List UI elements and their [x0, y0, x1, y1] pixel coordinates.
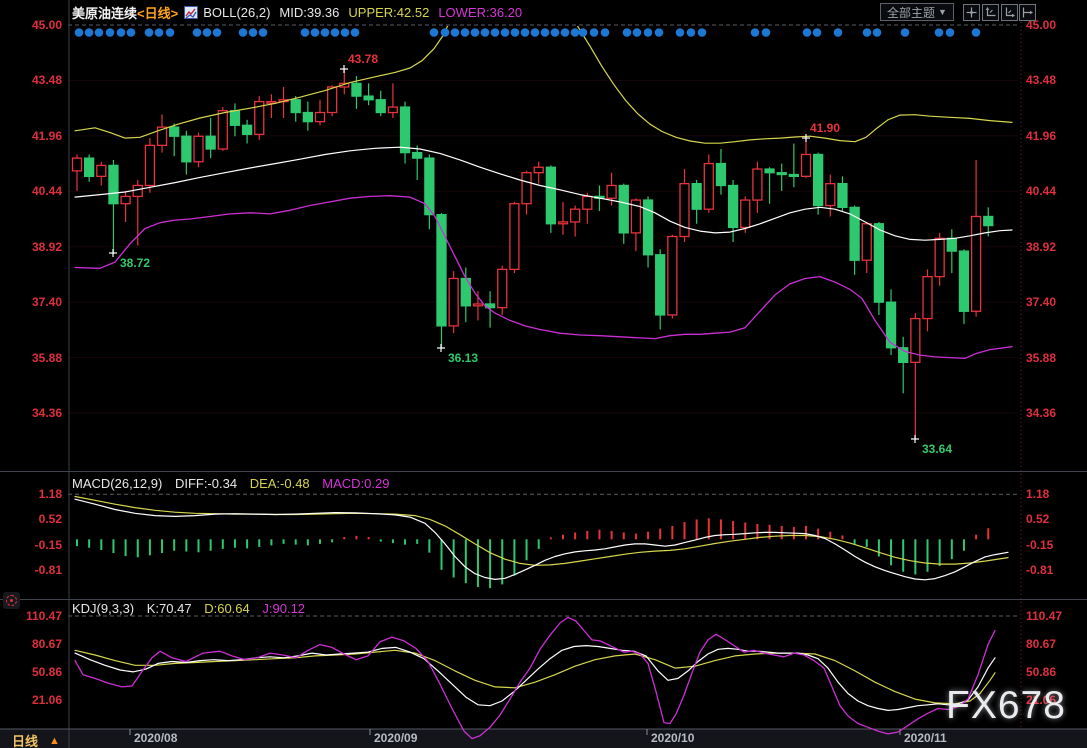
candlestick-chart-icon	[184, 6, 199, 19]
kdj-axis-label: 21.06	[31, 693, 62, 707]
macd-title: MACD(26,12,9)	[72, 476, 163, 491]
price-annotation-high: 43.78	[348, 52, 379, 66]
kdj-j-value: J:90.12	[262, 601, 306, 616]
price-annotation-low: 36.13	[448, 351, 479, 365]
kdj-k-value: K:70.47	[146, 601, 192, 616]
axis-zoom-horizontal-icon[interactable]	[1001, 4, 1018, 21]
macd-dea-value: DEA:-0.48	[249, 476, 310, 491]
kdj-axis-label: 80.67	[31, 636, 62, 651]
main-price-label: 41.96	[1026, 128, 1057, 143]
price-annotation-low: 38.72	[120, 256, 151, 270]
theme-dropdown[interactable]: 全部主题 ▼	[880, 3, 954, 21]
pan-icon[interactable]	[963, 4, 980, 21]
main-price-label: 35.88	[1026, 350, 1057, 365]
tab-period-label: 日线	[12, 734, 39, 748]
candles-layer	[71, 69, 994, 440]
main-price-label: 40.44	[1026, 184, 1057, 199]
chevron-down-icon: ▼	[938, 7, 947, 17]
macd-dea-line	[74, 495, 1009, 566]
macd-diff-line	[74, 498, 1009, 581]
macd-axis-label: -0.15	[1026, 538, 1054, 553]
boll-label: BOLL(26,2)	[203, 5, 271, 20]
x-axis-month-label: 2020/08	[134, 731, 178, 745]
boll-upper-value: UPPER:42.52	[348, 5, 430, 20]
x-axis-month-label: 2020/11	[904, 731, 947, 745]
axis-reset-icon[interactable]	[1019, 4, 1036, 21]
kdj-k-line	[74, 644, 996, 712]
kdj-panel	[74, 616, 996, 740]
main-price-label: 43.48	[31, 73, 62, 88]
main-price-label: 40.44	[31, 184, 62, 199]
macd-axis-label: -0.81	[34, 563, 62, 578]
main-price-label: 35.88	[31, 350, 62, 365]
hot-marker-icon[interactable]	[3, 592, 20, 609]
chart-canvas[interactable]	[0, 0, 1087, 748]
kdj-d-value: D:60.64	[204, 601, 250, 616]
macd-axis-label: 0.52	[38, 512, 62, 527]
macd-axis-label: 0.52	[1026, 512, 1050, 527]
price-annotation-high: 41.90	[810, 121, 841, 135]
kdj-axis-label: 50.86	[31, 665, 62, 679]
bollinger-bands	[74, 26, 1013, 359]
macd-axis-label: -0.81	[1026, 563, 1054, 578]
instrument-name: 美原油连续	[72, 6, 138, 21]
macd-diff-value: DIFF:-0.34	[174, 476, 238, 491]
kdj-axis-label: 50.86	[1026, 665, 1057, 679]
top-bar: 美原油连续 <日线> BOLL(26,2) MID:39.36 UPPER:42…	[0, 0, 1087, 24]
kdj-axis-label: 110.47	[1026, 609, 1063, 623]
macd-value: MACD:0.29	[322, 476, 390, 491]
kdj-legend: KDJ(9,3,3) K:70.47 D:60.64 J:90.12	[72, 601, 305, 616]
boll-lower-line	[74, 195, 1013, 359]
main-price-label: 41.96	[31, 128, 62, 143]
boll-mid-value: MID:39.36	[279, 5, 340, 20]
main-price-label: 37.40	[1026, 295, 1057, 310]
charting-app: 美原油连续 <日线> BOLL(26,2) MID:39.36 UPPER:42…	[0, 0, 1087, 748]
main-price-label: 34.36	[1026, 406, 1057, 421]
macd-axis-label: 1.18	[1026, 487, 1050, 502]
kdj-j-line	[74, 616, 996, 740]
price-annotation-low: 33.64	[922, 442, 953, 456]
kdj-axis-label: 110.47	[25, 609, 62, 623]
main-panel	[71, 26, 1013, 440]
tab-period-daily[interactable]: 日线 ▲	[12, 731, 60, 748]
watermark: FX678	[946, 684, 1066, 727]
macd-legend: MACD(26,12,9) DIFF:-0.34 DEA:-0.48 MACD:…	[72, 476, 390, 491]
x-axis-month-label: 2020/09	[374, 731, 418, 745]
chart-title-row: 美原油连续 <日线> BOLL(26,2) MID:39.36 UPPER:42…	[72, 4, 522, 21]
boll-lower-value: LOWER:36.20	[438, 5, 523, 20]
signal-dots-row	[74, 28, 981, 37]
macd-histogram	[76, 518, 990, 589]
macd-panel	[74, 495, 1009, 589]
theme-dropdown-label: 全部主题	[887, 5, 936, 20]
axis-zoom-vertical-icon[interactable]	[982, 4, 999, 21]
triangle-up-icon: ▲	[49, 734, 60, 747]
period-tag: <日线>	[137, 6, 179, 21]
x-axis-month-label: 2020/10	[651, 731, 695, 745]
main-price-label: 37.40	[31, 295, 62, 310]
main-price-label: 38.92	[31, 239, 62, 254]
main-price-label: 34.36	[31, 406, 62, 421]
kdj-axis-label: 80.67	[1026, 636, 1057, 651]
macd-axis-label: 1.18	[38, 487, 62, 502]
kdj-title: KDJ(9,3,3)	[72, 601, 135, 616]
main-price-label: 38.92	[1026, 239, 1057, 254]
main-price-label: 43.48	[1026, 73, 1057, 88]
macd-axis-label: -0.15	[34, 538, 62, 553]
